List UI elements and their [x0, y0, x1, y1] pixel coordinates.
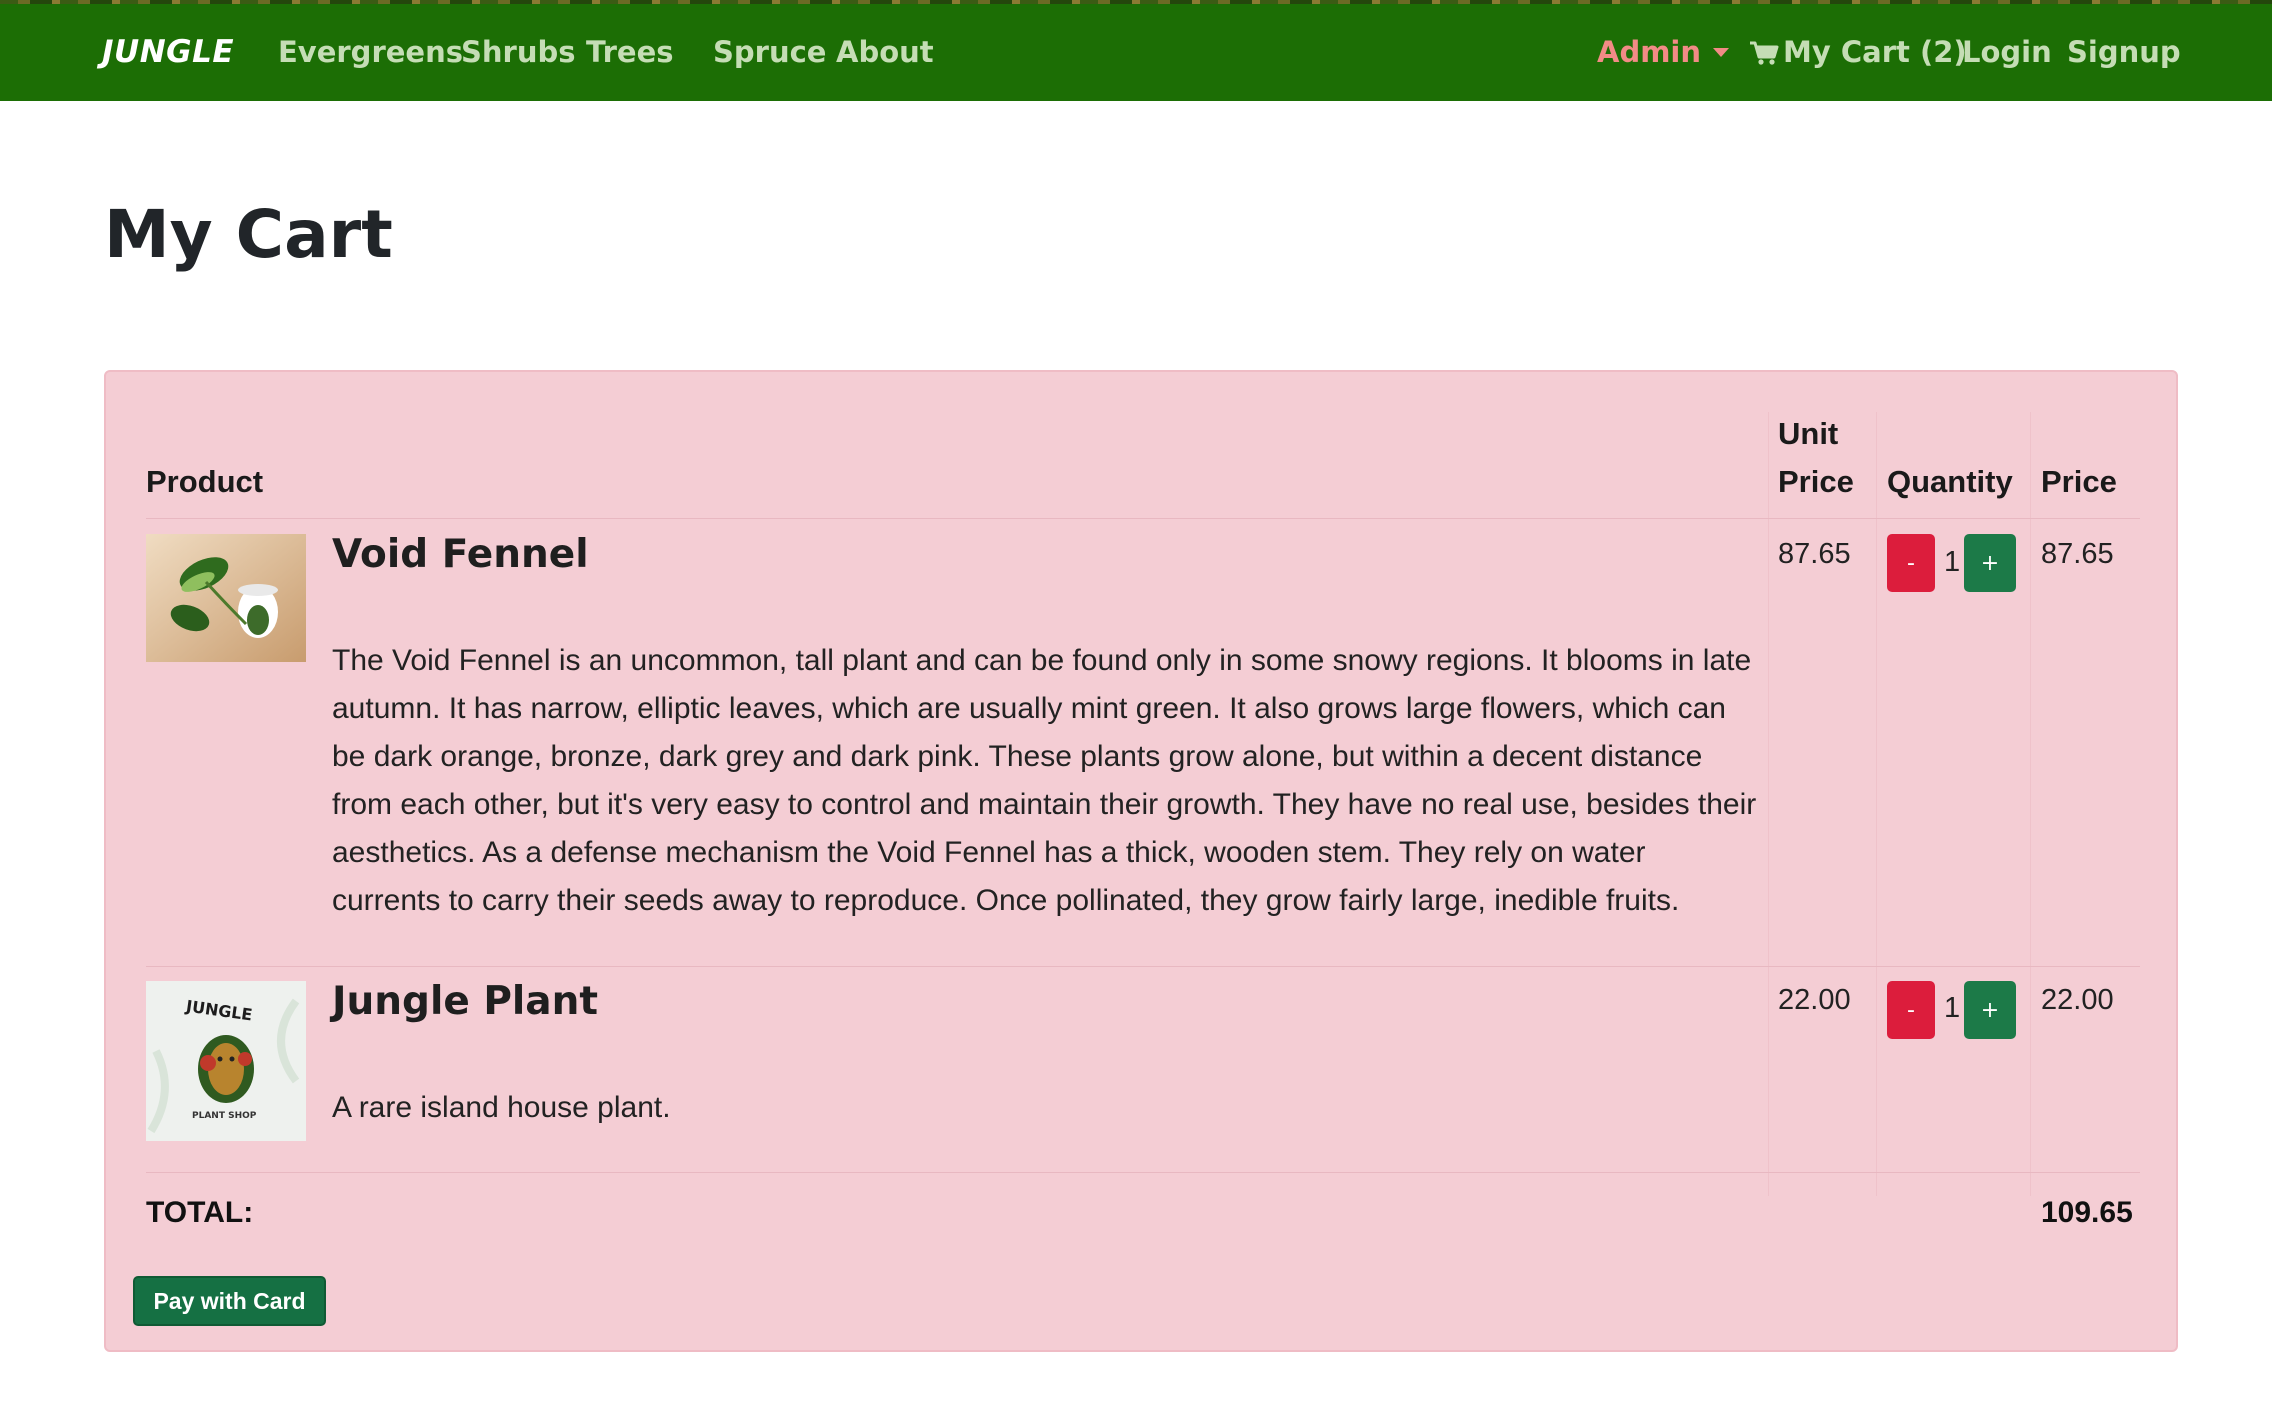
product-thumbnail-jungle-plant[interactable]: JUNGLE PLANT SHOP: [146, 981, 306, 1141]
nav-link-evergreens[interactable]: Evergreens: [278, 35, 463, 69]
line-price: 87.65: [2041, 538, 2114, 570]
nav-link-trees[interactable]: Trees: [586, 35, 674, 69]
line-price: 22.00: [2041, 984, 2114, 1016]
product-name[interactable]: Jungle Plant: [332, 979, 598, 1024]
shopping-cart-icon: [1749, 39, 1779, 73]
header-unit-price-line1: Unit: [1778, 416, 1839, 451]
cart-table: Product Unit Price Quantity Price Void F…: [104, 370, 2178, 1352]
thumbnail-logo-bottom: PLANT SHOP: [192, 1111, 257, 1121]
header-unit-price-line2: Price: [1778, 464, 1854, 499]
nav-link-my-cart[interactable]: My Cart (2): [1749, 35, 1967, 73]
page-title: My Cart: [104, 196, 393, 273]
decrease-quantity-button[interactable]: -: [1887, 534, 1935, 592]
product-name[interactable]: Void Fennel: [332, 532, 589, 577]
increase-quantity-button[interactable]: +: [1964, 534, 2016, 592]
unit-price: 87.65: [1778, 538, 1851, 570]
header-product: Product: [146, 464, 264, 499]
pay-with-card-button[interactable]: Pay with Card: [133, 1276, 326, 1326]
row-divider: [146, 1172, 2140, 1173]
navbar-top-strip: [0, 0, 2272, 4]
cart-link-label: My Cart (2): [1783, 35, 1967, 69]
column-divider: [2030, 412, 2031, 1196]
caret-down-icon: [1713, 48, 1730, 57]
nav-link-spruce[interactable]: Spruce: [713, 35, 826, 69]
total-value: 109.65: [2041, 1196, 2133, 1229]
row-divider: [146, 966, 2140, 967]
product-thumbnail-void-fennel[interactable]: [146, 534, 306, 662]
product-description: The Void Fennel is an uncommon, tall pla…: [332, 644, 1757, 917]
nav-link-login[interactable]: Login: [1962, 35, 2052, 69]
column-divider: [1876, 412, 1877, 1196]
total-label: TOTAL:: [146, 1196, 254, 1229]
nav-link-about[interactable]: About: [836, 35, 934, 69]
top-navbar: JUNGLE Evergreens Shrubs Trees Spruce Ab…: [0, 0, 2272, 101]
admin-dropdown[interactable]: Admin: [1597, 35, 1730, 69]
brand-logo[interactable]: JUNGLE: [102, 34, 234, 70]
quantity-value: 1: [1944, 992, 1961, 1024]
product-description: A rare island house plant.: [332, 1091, 671, 1124]
column-divider: [1768, 412, 1769, 1196]
admin-label: Admin: [1597, 35, 1702, 69]
unit-price: 22.00: [1778, 984, 1851, 1016]
header-divider: [146, 518, 2140, 519]
decrease-quantity-button[interactable]: -: [1887, 981, 1935, 1039]
header-price: Price: [2041, 464, 2117, 499]
nav-link-signup[interactable]: Signup: [2067, 35, 2181, 69]
nav-link-shrubs[interactable]: Shrubs: [461, 35, 576, 69]
header-quantity: Quantity: [1887, 464, 2013, 499]
increase-quantity-button[interactable]: +: [1964, 981, 2016, 1039]
header-unit-price: Unit Price: [1778, 410, 1854, 506]
quantity-value: 1: [1944, 546, 1961, 578]
